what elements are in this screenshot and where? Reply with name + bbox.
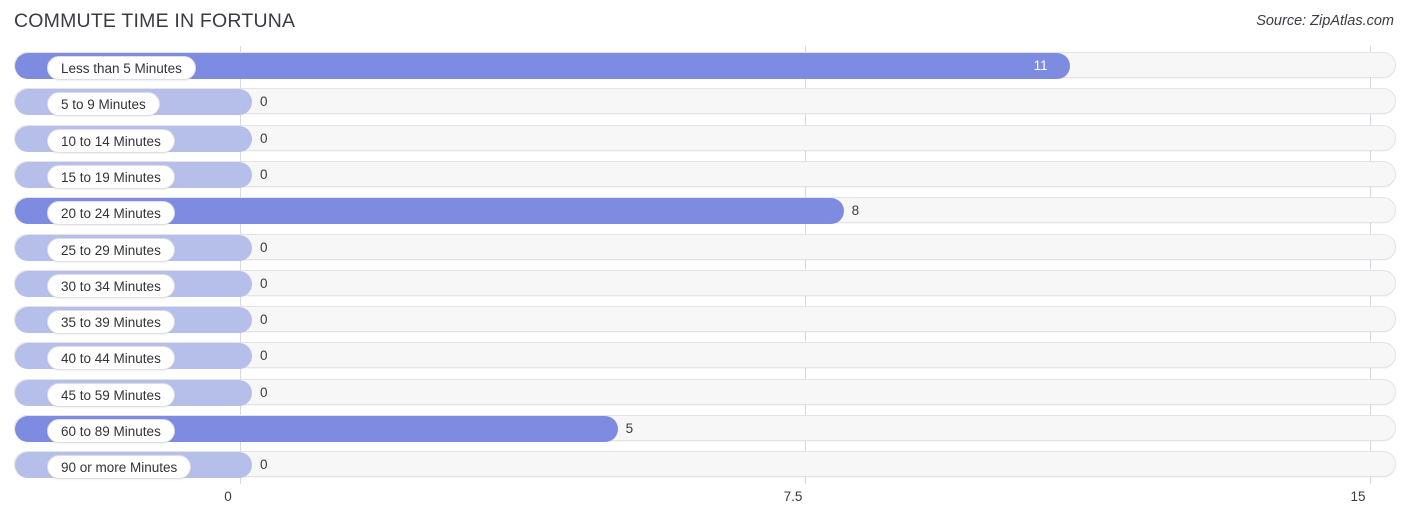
bar-category-label: 35 to 39 Minutes [47,310,175,335]
bar-track: 0 15 to 19 Minutes [14,160,1396,189]
bar-value-label: 0 [260,275,268,291]
bar-row[interactable]: 0 30 to 34 Minutes [0,268,1406,298]
bar-row[interactable]: 11 Less than 5 Minutes [0,50,1406,80]
bar-value-label: 11 [1033,58,1048,73]
bar-track: 8 20 to 24 Minutes [14,197,1396,226]
bar-category-label: 15 to 19 Minutes [47,164,175,189]
x-axis: 0 7.5 15 [0,484,1406,523]
bar-track: 0 45 to 59 Minutes [14,378,1396,407]
x-tick-label: 15 [1350,489,1366,504]
bar-row[interactable]: 0 10 to 14 Minutes [0,123,1406,153]
bar-row[interactable]: 0 45 to 59 Minutes [0,377,1406,407]
bar-track: 0 5 to 9 Minutes [14,88,1396,117]
page-title: COMMUTE TIME IN FORTUNA [14,10,296,32]
x-tick-label: 7.5 [783,489,803,504]
x-tick-label: 0 [224,489,232,504]
bar-track: 0 10 to 14 Minutes [14,124,1396,153]
bar-value-label: 5 [625,421,634,436]
bar-track: 11 Less than 5 Minutes [14,52,1396,80]
bar-value-label: 0 [260,457,268,473]
bar-category-label: 45 to 59 Minutes [47,382,175,407]
bar-row[interactable]: 5 60 to 89 Minutes [0,413,1406,443]
bar-category-label: 10 to 14 Minutes [47,128,175,153]
bar-row[interactable]: 0 5 to 9 Minutes [0,86,1406,117]
bar-value-label: 0 [260,166,268,182]
bar-category-label: 5 to 9 Minutes [47,92,160,117]
chart-header: COMMUTE TIME IN FORTUNA Source: ZipAtlas… [0,0,1406,46]
bar-category-label: 25 to 29 Minutes [47,237,175,262]
bar-value-label: 0 [260,239,268,255]
bar-track: 5 60 to 89 Minutes [14,415,1396,443]
bar-category-label: 20 to 24 Minutes [47,201,175,226]
bar-value-label: 0 [260,348,268,364]
bar-value-label: 0 [260,384,268,400]
bar-category-label: 90 or more Minutes [47,455,192,480]
bar-value-label: 0 [260,130,268,146]
bar-track: 0 30 to 34 Minutes [14,269,1396,298]
bar-row[interactable]: 0 35 to 39 Minutes [0,304,1406,335]
bar-category-label: Less than 5 Minutes [47,56,196,80]
bar-category-label: 40 to 44 Minutes [47,346,175,371]
bar-track: 0 40 to 44 Minutes [14,342,1396,371]
bar-row[interactable]: 0 25 to 29 Minutes [0,232,1406,262]
bar-row[interactable]: 0 90 or more Minutes [0,449,1406,480]
bar-row[interactable]: 0 40 to 44 Minutes [0,340,1406,371]
plot-area: 11 Less than 5 Minutes 0 5 to 9 Minutes 0 10 … [0,46,1406,484]
bar-rows: 11 Less than 5 Minutes 0 5 to 9 Minutes 0 10 … [0,46,1406,484]
bar-track: 0 25 to 29 Minutes [14,233,1396,262]
bar-track: 0 35 to 39 Minutes [14,306,1396,335]
bar-row[interactable]: 0 15 to 19 Minutes [0,159,1406,189]
bar-value-label: 8 [851,203,860,219]
bar-row[interactable]: 8 20 to 24 Minutes [0,195,1406,226]
source-attribution: Source: ZipAtlas.com [1256,13,1394,29]
bar-value-label: 0 [260,94,268,110]
bar-category-label: 60 to 89 Minutes [47,419,175,443]
bar-track: 0 90 or more Minutes [14,451,1396,480]
bar-category-label: 30 to 34 Minutes [47,273,175,298]
bar-value-label: 0 [260,312,268,328]
